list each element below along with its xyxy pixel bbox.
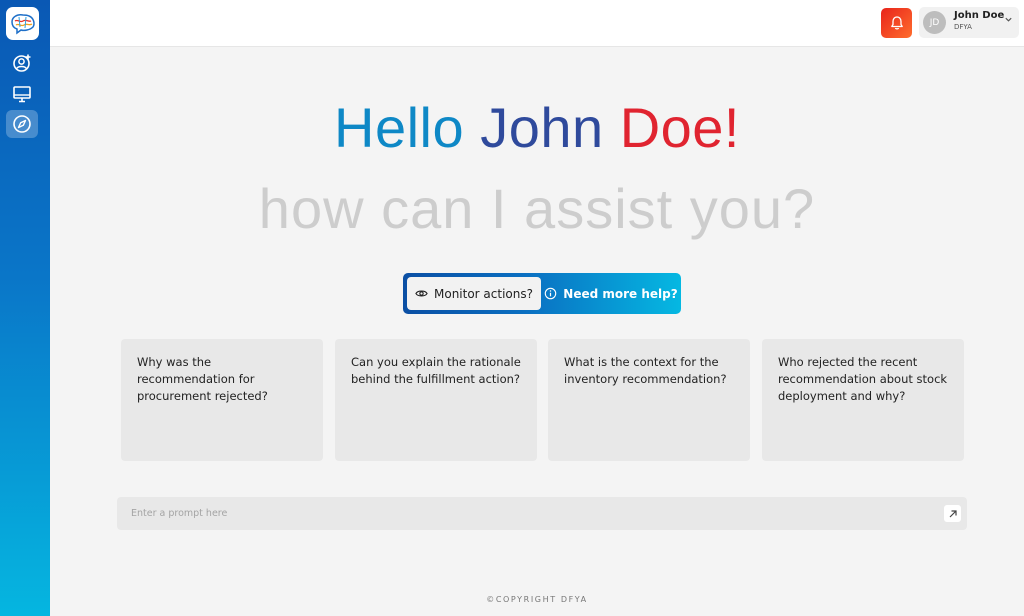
copyright-footer: ©COPYRIGHT DFYA [486, 595, 588, 604]
suggestion-text: What is the context for the inventory re… [564, 355, 727, 386]
eye-icon [415, 290, 428, 297]
sidebar [0, 0, 50, 616]
user-add-icon [13, 54, 31, 72]
greeting-word-first-name: John [480, 96, 604, 159]
suggestion-card[interactable]: What is the context for the inventory re… [548, 339, 750, 461]
suggestion-card[interactable]: Who rejected the recent recommendation a… [762, 339, 964, 461]
greeting-word-hello: Hello [334, 96, 465, 159]
brain-logo-icon [10, 13, 35, 34]
bell-icon [890, 16, 903, 30]
suggestion-card[interactable]: Why was the recommendation for procureme… [121, 339, 323, 461]
tab-monitor-actions[interactable]: Monitor actions? [407, 277, 541, 310]
user-org: DFYA [954, 23, 972, 31]
notifications-button[interactable] [881, 8, 912, 38]
user-menu[interactable]: JD John Doe DFYA [919, 7, 1019, 38]
greeting-word-last-name: Doe! [619, 96, 740, 159]
tab-need-more-help-label: Need more help? [563, 286, 678, 301]
suggestion-text: Why was the recommendation for procureme… [137, 355, 268, 403]
info-icon [545, 287, 557, 300]
user-name: John Doe [954, 10, 1005, 21]
avatar: JD [923, 11, 946, 34]
suggestion-card[interactable]: Can you explain the rationale behind the… [335, 339, 537, 461]
tab-need-more-help[interactable]: Need more help? [544, 277, 678, 310]
top-bar: JD John Doe DFYA [50, 0, 1024, 47]
nav-add-user[interactable] [6, 49, 38, 77]
compass-icon [13, 115, 31, 133]
app-logo[interactable] [6, 7, 39, 40]
arrow-up-right-icon [949, 509, 957, 517]
nav-monitor[interactable] [6, 80, 38, 108]
tab-monitor-actions-label: Monitor actions? [434, 286, 533, 301]
send-button[interactable] [944, 505, 961, 522]
suggestion-text: Can you explain the rationale behind the… [351, 355, 521, 386]
suggestion-text: Who rejected the recent recommendation a… [778, 355, 948, 403]
monitor-icon [13, 86, 31, 103]
mode-toggle: Monitor actions? Need more help? [403, 273, 681, 314]
greeting-subtitle: how can I assist you? [258, 177, 816, 240]
prompt-bar [117, 497, 967, 530]
nav-explore[interactable] [6, 110, 38, 138]
greeting-title: Hello John Doe! [50, 95, 1024, 160]
chevron-down-icon [1005, 17, 1012, 22]
prompt-input[interactable] [131, 505, 911, 522]
